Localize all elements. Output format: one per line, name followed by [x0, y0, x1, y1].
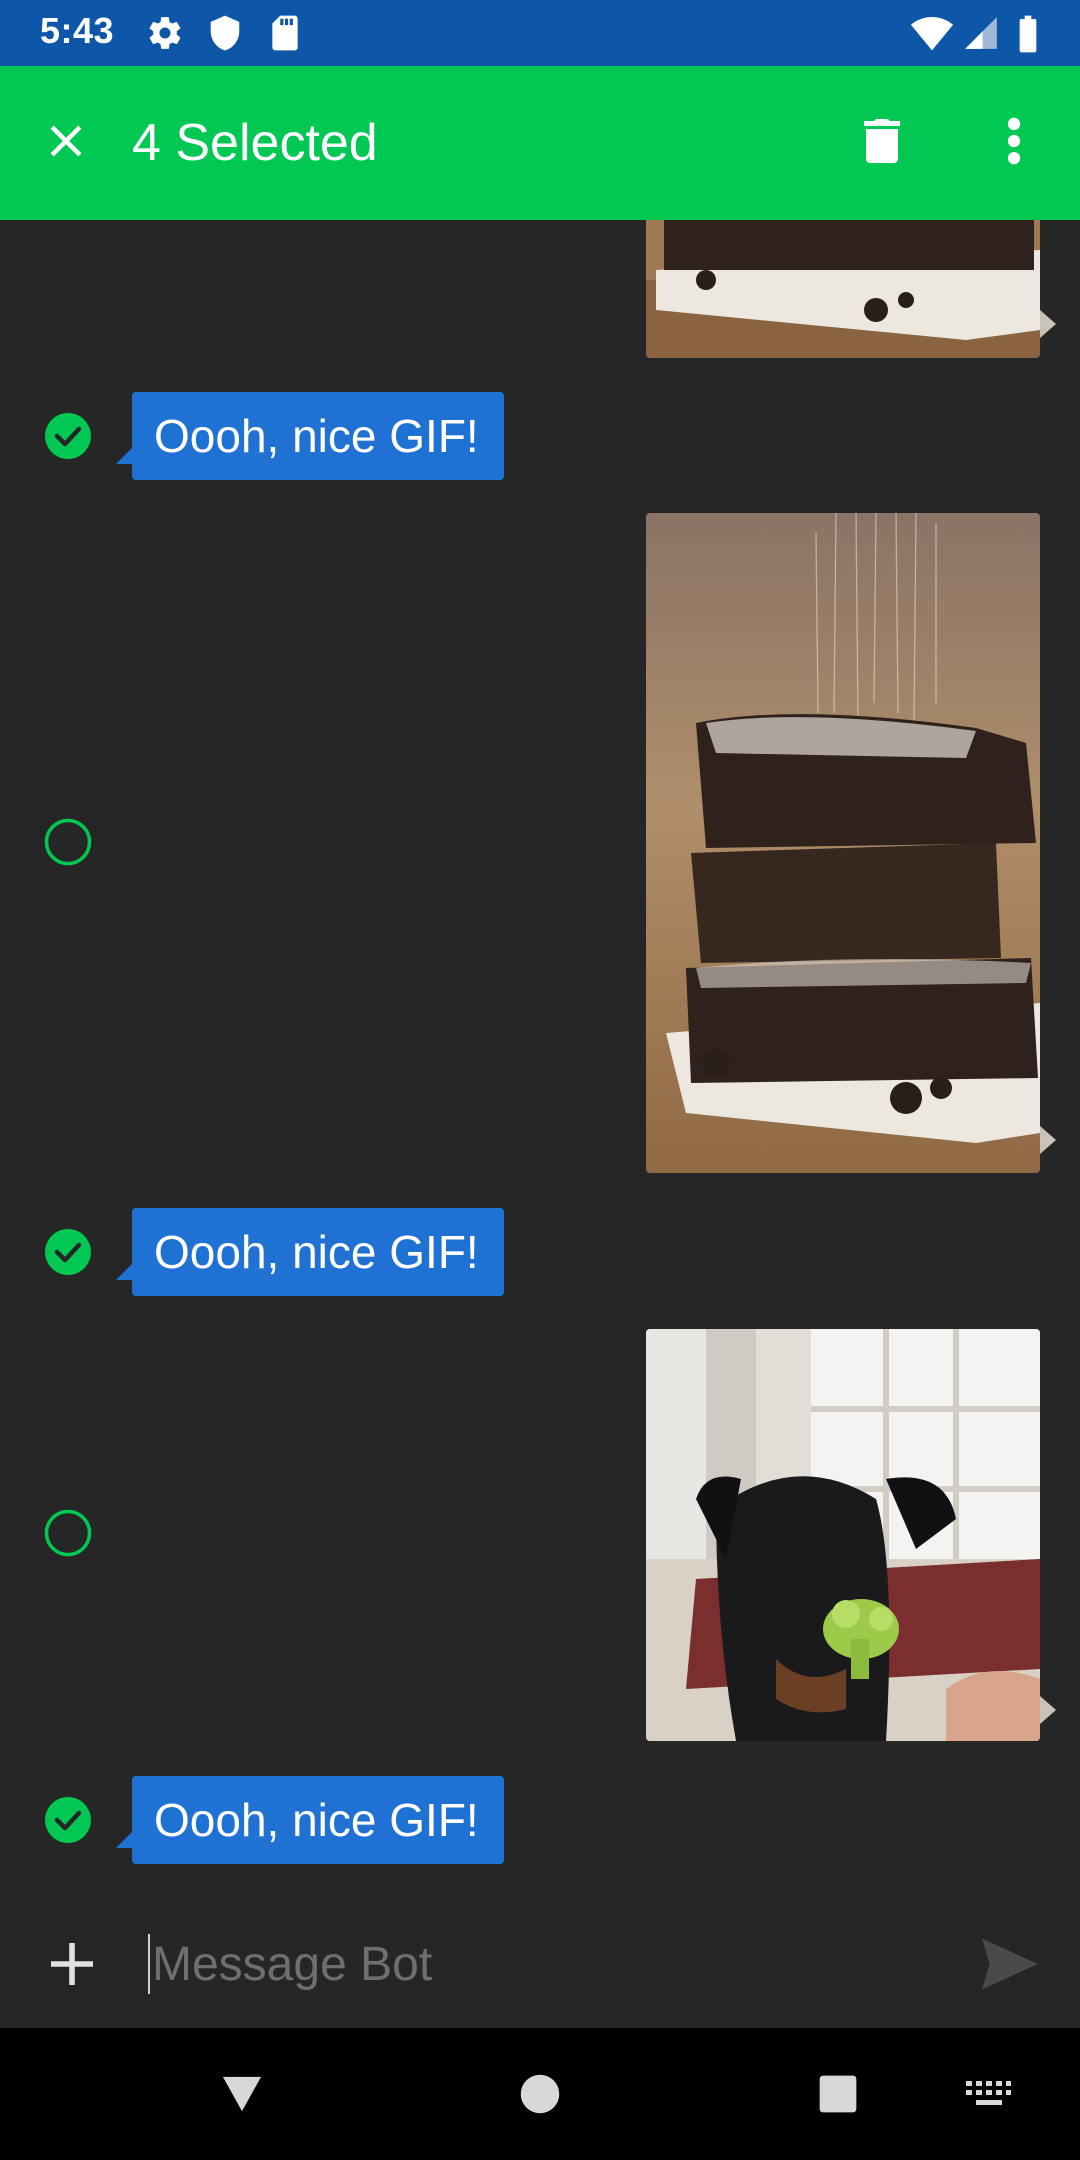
message-composer	[0, 1900, 1080, 2028]
message-text: Oooh, nice GIF!	[154, 1226, 479, 1278]
text-message-bubble[interactable]: Oooh, nice GIF!	[116, 1208, 504, 1296]
sd-card-icon	[268, 14, 302, 57]
more-vert-icon[interactable]	[978, 105, 1050, 177]
system-navigation-bar	[0, 2028, 1080, 2160]
send-icon[interactable]	[970, 1928, 1050, 2000]
gif-message-puppy[interactable]	[646, 1329, 1040, 1741]
add-icon[interactable]	[36, 1928, 108, 2000]
unselected-circle-icon[interactable]	[44, 818, 92, 866]
battery-icon	[1014, 14, 1042, 59]
text-message-bubble[interactable]: Oooh, nice GIF!	[116, 392, 504, 480]
status-bar: 5:43	[0, 0, 1080, 66]
gear-icon	[146, 14, 184, 57]
gif-message-brownie-top[interactable]	[646, 220, 1040, 358]
status-time: 5:43	[40, 10, 115, 51]
unselected-circle-icon[interactable]	[44, 1509, 92, 1557]
keyboard-icon[interactable]	[946, 2052, 1030, 2136]
message-text: Oooh, nice GIF!	[154, 1794, 479, 1846]
selection-app-bar: 4 Selected	[0, 66, 1080, 220]
gif-tail	[1040, 1696, 1056, 1724]
trash-icon[interactable]	[846, 105, 918, 177]
gif-tail	[1040, 310, 1056, 338]
close-icon[interactable]	[30, 105, 102, 177]
text-message-bubble[interactable]: Oooh, nice GIF!	[116, 1776, 504, 1864]
conversation[interactable]: Oooh, nice GIF! Oooh, nice GIF! Oooh, ni…	[0, 220, 1080, 1900]
signal-icon	[962, 14, 1000, 57]
wifi-icon	[910, 14, 954, 57]
selected-check-icon[interactable]	[44, 1796, 92, 1844]
message-text: Oooh, nice GIF!	[154, 410, 479, 462]
recents-icon[interactable]	[796, 2052, 880, 2136]
gif-tail	[1040, 1126, 1056, 1154]
back-icon[interactable]	[200, 2052, 284, 2136]
selected-check-icon[interactable]	[44, 412, 92, 460]
selection-count-title: 4 Selected	[132, 114, 378, 172]
gif-message-brownie[interactable]	[646, 513, 1040, 1173]
selected-check-icon[interactable]	[44, 1228, 92, 1276]
home-icon[interactable]	[498, 2052, 582, 2136]
message-input[interactable]	[148, 1934, 952, 1994]
shield-icon	[206, 14, 244, 57]
